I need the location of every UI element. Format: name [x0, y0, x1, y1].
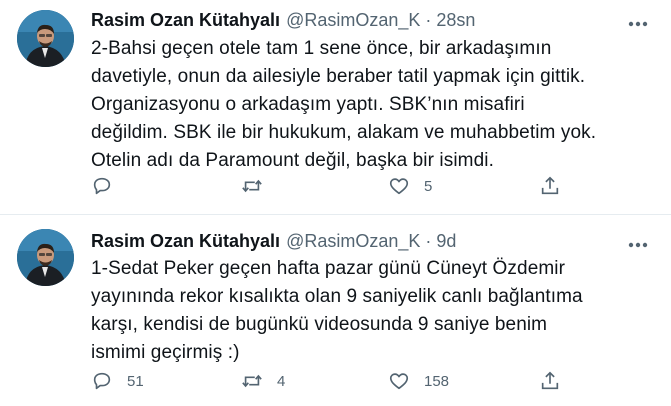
- tweet[interactable]: Rasim Ozan Kütahyalı @RasimOzan_K · 9d 1…: [0, 215, 671, 406]
- author-handle[interactable]: @RasimOzan_K: [286, 231, 420, 252]
- avatar[interactable]: [17, 229, 74, 286]
- share-button[interactable]: [539, 368, 561, 394]
- tweet-header: Rasim Ozan Kütahyalı @RasimOzan_K · 28sn: [91, 10, 475, 34]
- retweet-count: 4: [277, 372, 286, 390]
- share-icon: [541, 371, 559, 390]
- tweet-feed: Rasim Ozan Kütahyalı @RasimOzan_K · 28sn…: [0, 0, 671, 406]
- reply-button[interactable]: [91, 173, 127, 199]
- tweet[interactable]: Rasim Ozan Kütahyalı @RasimOzan_K · 28sn…: [0, 0, 671, 214]
- reply-icon: [93, 372, 111, 390]
- tweet-actions: 51 4 158: [91, 368, 571, 394]
- share-icon: [541, 176, 559, 195]
- author-name[interactable]: Rasim Ozan Kütahyalı: [91, 231, 280, 252]
- avatar[interactable]: [17, 10, 74, 67]
- reply-count: 51: [127, 372, 144, 390]
- separator: ·: [425, 231, 432, 251]
- separator: ·: [425, 10, 432, 30]
- author-name[interactable]: Rasim Ozan Kütahyalı: [91, 10, 280, 31]
- tweet-text: 1-Sedat Peker geçen hafta pazar günü Cün…: [91, 258, 583, 363]
- retweet-button[interactable]: 4: [241, 368, 285, 394]
- retweet-icon: [242, 179, 262, 193]
- like-button[interactable]: 158: [388, 368, 449, 394]
- tweet-header: Rasim Ozan Kütahyalı @RasimOzan_K · 9d: [91, 231, 456, 255]
- heart-icon: [389, 373, 409, 390]
- like-count: 158: [424, 372, 450, 390]
- reply-icon: [93, 177, 111, 195]
- share-button[interactable]: [539, 173, 561, 199]
- timestamp[interactable]: 28sn: [436, 10, 475, 31]
- retweet-icon: [242, 374, 262, 388]
- tweet-actions: 5: [91, 173, 571, 199]
- retweet-button[interactable]: [241, 173, 277, 199]
- author-handle[interactable]: @RasimOzan_K: [286, 10, 420, 31]
- reply-button[interactable]: 51: [91, 368, 144, 394]
- more-icon[interactable]: [625, 235, 651, 255]
- timestamp[interactable]: 9d: [436, 231, 456, 252]
- tweet-text: 2-Bahsi geçen otele tam 1 sene önce, bir…: [91, 38, 597, 171]
- like-button[interactable]: 5: [388, 173, 432, 199]
- heart-icon: [389, 178, 409, 195]
- like-count: 5: [424, 177, 433, 195]
- more-icon[interactable]: [625, 14, 651, 34]
